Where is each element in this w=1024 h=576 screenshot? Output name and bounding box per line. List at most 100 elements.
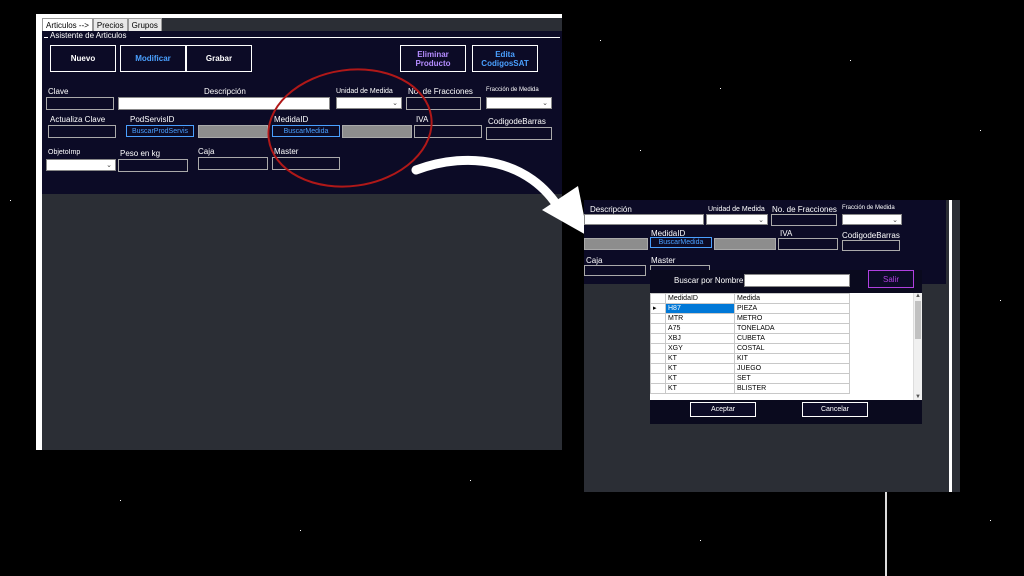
medidaid-cell[interactable]: MTR — [665, 313, 735, 324]
table-row[interactable]: A75 TONELADA — [650, 323, 850, 334]
medida-cell[interactable]: METRO — [734, 313, 850, 324]
medidaid-field — [714, 238, 776, 250]
window-edge — [952, 200, 960, 492]
peso-field[interactable] — [118, 159, 188, 172]
modificar-button[interactable]: Modificar — [120, 45, 186, 72]
codigo-barras-field[interactable] — [842, 240, 900, 251]
star — [300, 530, 301, 531]
caja-field[interactable] — [198, 157, 268, 170]
group-divider — [140, 37, 560, 38]
chevron-down-icon: ⌄ — [758, 217, 764, 224]
star — [700, 540, 701, 541]
medida-cell[interactable]: KIT — [734, 353, 850, 364]
master-label: Master — [651, 256, 676, 265]
actualiza-clave-field[interactable] — [48, 125, 116, 138]
star — [990, 520, 991, 521]
medidaid-cell[interactable]: KT — [665, 383, 735, 394]
medidaid-cell[interactable]: XGY — [665, 343, 735, 354]
unidad-medida-select[interactable]: ⌄ — [706, 214, 768, 225]
star — [720, 88, 721, 89]
light-streak — [885, 492, 887, 576]
scroll-thumb[interactable] — [915, 301, 921, 339]
group-divider-left — [44, 37, 48, 38]
buscar-prodservis-button[interactable]: BuscarProdServis — [126, 125, 194, 137]
aceptar-button[interactable]: Aceptar — [690, 402, 756, 417]
actualiza-clave-label: Actualiza Clave — [50, 115, 106, 124]
row-header — [650, 363, 666, 374]
buscar-medida-button[interactable]: BuscarMedida — [650, 237, 712, 248]
chevron-down-icon: ⌄ — [892, 217, 898, 224]
star — [980, 130, 981, 131]
medida-cell[interactable]: CUBETA — [734, 333, 850, 344]
medida-cell[interactable]: TONELADA — [734, 323, 850, 334]
scroll-down-icon[interactable]: ▼ — [914, 394, 922, 400]
iva-field[interactable] — [778, 238, 838, 250]
medidaid-cell[interactable]: KT — [665, 353, 735, 364]
table-row[interactable]: XBJ CUBETA — [650, 333, 850, 344]
podservisid-field — [198, 125, 268, 138]
row-header — [650, 313, 666, 324]
medida-grid: MedidaID Medida ▸ H87 PIEZA MTR METRO A75 TO… — [650, 293, 922, 400]
medidaid-cell[interactable]: XBJ — [665, 333, 735, 344]
column-header-medida[interactable]: Medida — [734, 293, 850, 304]
descripcion-field[interactable] — [584, 214, 704, 225]
objetoimp-label: ObjetoImp — [48, 149, 81, 156]
row-pointer-icon: ▸ — [650, 303, 666, 314]
edita-codigossat-button[interactable]: Edita CodigosSAT — [472, 45, 538, 72]
fraccion-medida-select[interactable]: ⌄ — [486, 97, 552, 109]
row-header — [650, 353, 666, 364]
medida-cell[interactable]: PIEZA — [734, 303, 850, 314]
fraccion-medida-select[interactable]: ⌄ — [842, 214, 902, 225]
chevron-down-icon: ⌄ — [542, 100, 548, 107]
nuevo-button[interactable]: Nuevo — [50, 45, 116, 72]
star — [850, 60, 851, 61]
medidaid-cell[interactable]: H87 — [665, 303, 735, 314]
group-title: Asistente de Articulos — [50, 31, 127, 40]
star — [120, 500, 121, 501]
medida-cell[interactable]: COSTAL — [734, 343, 850, 354]
medidaid-cell[interactable]: KT — [665, 363, 735, 374]
salir-button[interactable]: Salir — [868, 270, 914, 288]
no-fracciones-field[interactable] — [771, 214, 837, 226]
star — [470, 480, 471, 481]
chevron-down-icon: ⌄ — [106, 162, 112, 169]
grabar-button[interactable]: Grabar — [186, 45, 252, 72]
medida-table: MedidaID Medida ▸ H87 PIEZA MTR METRO A75 TO… — [650, 293, 850, 394]
caja-label: Caja — [586, 256, 603, 265]
peso-label: Peso en kg — [120, 149, 161, 158]
clave-label: Clave — [48, 87, 69, 96]
column-header-medidaid[interactable]: MedidaID — [665, 293, 735, 304]
codigo-barras-field[interactable] — [486, 127, 552, 140]
medidaid-cell[interactable]: KT — [665, 373, 735, 384]
medida-cell[interactable]: BLISTER — [734, 383, 850, 394]
medida-cell[interactable]: JUEGO — [734, 363, 850, 374]
caja-field[interactable] — [584, 265, 646, 276]
objetoimp-select[interactable]: ⌄ — [46, 159, 116, 171]
table-row[interactable]: KT SET — [650, 373, 850, 384]
medidaid-cell[interactable]: A75 — [665, 323, 735, 334]
table-row[interactable]: XGY COSTAL — [650, 343, 850, 354]
star — [10, 200, 11, 201]
table-row[interactable]: KT JUEGO — [650, 363, 850, 374]
buscar-por-nombre-input[interactable] — [744, 274, 850, 287]
star — [600, 40, 601, 41]
row-header — [650, 383, 666, 394]
iva-label: IVA — [780, 229, 793, 238]
fraccion-medida-label: Fracción de Medida — [842, 205, 895, 211]
descripcion-label: Descripción — [204, 87, 246, 96]
descripcion-label: Descripción — [590, 205, 632, 214]
medida-cell[interactable]: SET — [734, 373, 850, 384]
clave-field[interactable] — [46, 97, 114, 110]
table-row[interactable]: KT KIT — [650, 353, 850, 364]
table-row[interactable]: KT BLISTER — [650, 383, 850, 394]
table-row[interactable]: MTR METRO — [650, 313, 850, 324]
star — [640, 150, 641, 151]
row-header-corner — [650, 293, 666, 304]
table-row[interactable]: ▸ H87 PIEZA — [650, 303, 850, 314]
unidad-medida-label: Unidad de Medida — [708, 206, 765, 213]
fraccion-medida-label: Fracción de Medida — [486, 87, 539, 93]
scroll-up-icon[interactable]: ▲ — [914, 293, 922, 299]
cancelar-button[interactable]: Cancelar — [802, 402, 868, 417]
grid-scrollbar[interactable]: ▲ ▼ — [913, 293, 922, 400]
caja-label: Caja — [198, 147, 215, 156]
